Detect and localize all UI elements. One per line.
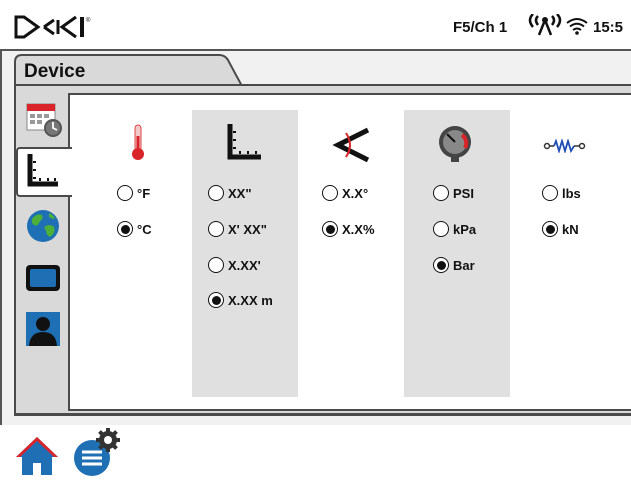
radio-circle-selected [542,221,558,237]
radio-pressure-kpa[interactable]: kPa [433,221,476,237]
signal-antenna-icon [528,14,562,36]
radio-circle [542,185,558,201]
length-unit-icon [227,124,261,160]
radio-length-meters[interactable]: X.XX m [208,292,273,308]
radio-circle [117,185,133,201]
radio-circle-selected [117,221,133,237]
radio-label: X.XX' [228,257,261,273]
radio-tension-lbs[interactable]: lbs [542,185,581,201]
dci-logo: ® [14,15,91,39]
radio-pressure-psi[interactable]: PSI [433,185,474,201]
radio-temperature-f[interactable]: °F [117,185,150,201]
thermometer-icon [132,124,144,160]
radio-length-inches[interactable]: XX" [208,185,252,201]
radio-circle-selected [208,292,224,308]
radio-circle [208,257,224,273]
user-profile-icon[interactable] [24,310,64,348]
pressure-gauge-icon [439,126,471,162]
radio-label: X.X° [342,185,369,201]
radio-temperature-c[interactable]: °C [117,221,152,237]
display-icon[interactable] [24,259,64,297]
radio-pitch-degrees[interactable]: X.X° [322,185,368,201]
tension-spring-icon [543,139,586,153]
tab-device-label: Device [24,61,86,82]
home-icon[interactable] [14,435,60,477]
radio-circle [208,221,224,237]
radio-label: X.XX m [228,292,273,308]
length-unit-icon[interactable] [24,152,64,190]
radio-circle [433,185,449,201]
calendar-clock-icon[interactable] [24,101,64,139]
radio-length-decimal-feet[interactable]: X.XX' [208,257,261,273]
radio-label: X' XX" [228,221,267,237]
globe-icon[interactable] [24,207,64,245]
radio-label: °C [137,221,152,237]
clock: 15:5 [593,19,624,36]
radio-label: PSI [453,185,474,201]
channel-status: F5/Ch 1 [453,19,508,36]
radio-tension-kn[interactable]: kN [542,221,579,237]
pitch-angle-icon [332,127,370,163]
radio-pitch-percent[interactable]: X.X% [322,221,375,237]
radio-label: kPa [453,221,477,237]
radio-label: XX" [228,185,252,201]
radio-circle [208,185,224,201]
radio-label: °F [137,185,151,201]
radio-label: Bar [453,257,475,273]
settings-menu-icon[interactable] [70,428,124,478]
radio-circle [433,221,449,237]
radio-label: kN [562,221,579,237]
radio-length-feet-inches[interactable]: X' XX" [208,221,267,237]
svg-text:®: ® [86,17,91,24]
radio-circle [322,185,338,201]
radio-pressure-bar[interactable]: Bar [433,257,475,273]
radio-label: lbs [562,185,581,201]
wifi-icon [566,18,588,35]
radio-label: X.X% [342,221,375,237]
radio-circle-selected [433,257,449,273]
radio-circle-selected [322,221,338,237]
